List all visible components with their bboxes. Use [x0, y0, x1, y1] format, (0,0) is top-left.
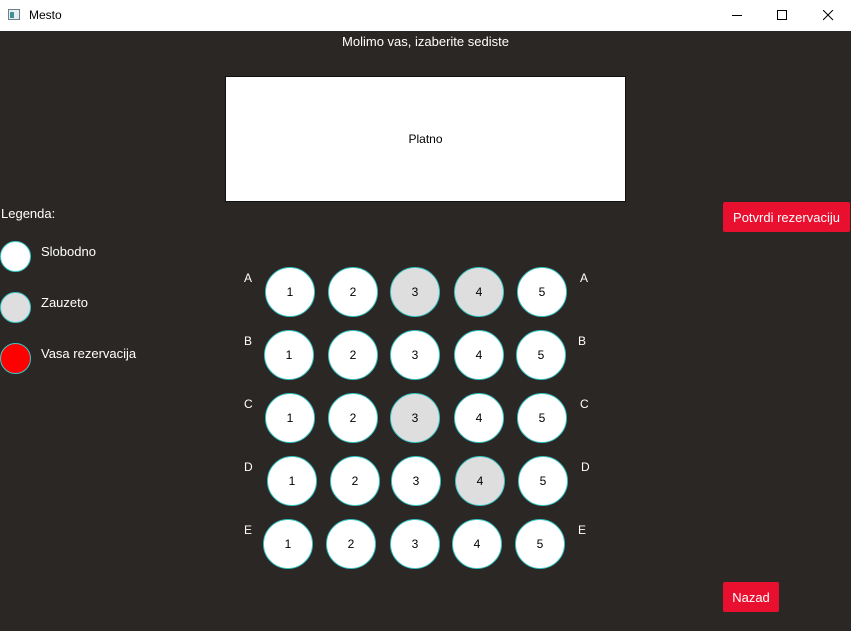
row-label-right: D: [581, 460, 590, 474]
seat-D5[interactable]: 5: [518, 456, 568, 506]
back-button[interactable]: Nazad: [723, 582, 779, 612]
seat-B3[interactable]: 3: [390, 330, 440, 380]
seat-A2[interactable]: 2: [328, 267, 378, 317]
page-prompt: Molimo vas, izaberite sediste: [342, 34, 509, 49]
row-label-left: B: [244, 334, 253, 348]
legend-label-reserved: Vasa rezervacija: [41, 346, 137, 361]
seat-selection-window: Mesto Molimo vas, izaberite sediste Plat…: [0, 0, 851, 631]
seat-A3[interactable]: 3: [390, 267, 440, 317]
row-label-left: A: [244, 271, 253, 285]
seat-C5[interactable]: 5: [517, 393, 567, 443]
seat-B1[interactable]: 1: [264, 330, 314, 380]
legend-label-taken: Zauzeto: [41, 295, 88, 310]
seat-E4[interactable]: 4: [452, 519, 502, 569]
maximize-button[interactable]: [759, 0, 805, 31]
app-window-icon: [8, 9, 20, 20]
seat-C3[interactable]: 3: [390, 393, 440, 443]
confirm-reservation-button[interactable]: Potvrdi rezervaciju: [723, 202, 850, 232]
cinema-screen-label: Platno: [408, 132, 443, 146]
seat-C1[interactable]: 1: [265, 393, 315, 443]
legend-item-free: Slobodno: [0, 241, 200, 275]
seat-C4[interactable]: 4: [454, 393, 504, 443]
seat-E2[interactable]: 2: [326, 519, 376, 569]
cinema-screen: Platno: [225, 76, 626, 202]
maximize-icon: [777, 10, 787, 20]
seat-D4[interactable]: 4: [455, 456, 505, 506]
seat-B2[interactable]: 2: [328, 330, 378, 380]
close-button[interactable]: [805, 0, 851, 31]
row-label-left: C: [244, 397, 253, 411]
row-label-right: C: [580, 397, 589, 411]
taken-seat-swatch: [0, 292, 31, 323]
legend-title: Legenda:: [1, 206, 56, 221]
seat-D2[interactable]: 2: [330, 456, 380, 506]
close-icon: [823, 10, 834, 21]
seat-E3[interactable]: 3: [390, 519, 440, 569]
free-seat-swatch: [0, 241, 31, 272]
minimize-icon: [732, 15, 742, 16]
row-label-right: A: [580, 271, 589, 285]
seat-A1[interactable]: 1: [265, 267, 315, 317]
row-label-right: E: [578, 523, 587, 537]
seat-B5[interactable]: 5: [516, 330, 566, 380]
seat-C2[interactable]: 2: [328, 393, 378, 443]
legend-item-reserved: Vasa rezervacija: [0, 343, 200, 377]
seat-D3[interactable]: 3: [391, 456, 441, 506]
seat-A4[interactable]: 4: [454, 267, 504, 317]
seat-D1[interactable]: 1: [267, 456, 317, 506]
window-title: Mesto: [29, 8, 62, 22]
seat-E5[interactable]: 5: [515, 519, 565, 569]
legend-item-taken: Zauzeto: [0, 292, 200, 326]
minimize-button[interactable]: [714, 0, 760, 31]
row-label-right: B: [578, 334, 587, 348]
row-label-left: D: [244, 460, 253, 474]
seat-A5[interactable]: 5: [517, 267, 567, 317]
seat-B4[interactable]: 4: [454, 330, 504, 380]
legend-label-free: Slobodno: [41, 244, 96, 259]
reserved-seat-swatch: [0, 343, 31, 374]
title-bar: Mesto: [0, 0, 851, 31]
row-label-left: E: [244, 523, 253, 537]
seat-E1[interactable]: 1: [263, 519, 313, 569]
